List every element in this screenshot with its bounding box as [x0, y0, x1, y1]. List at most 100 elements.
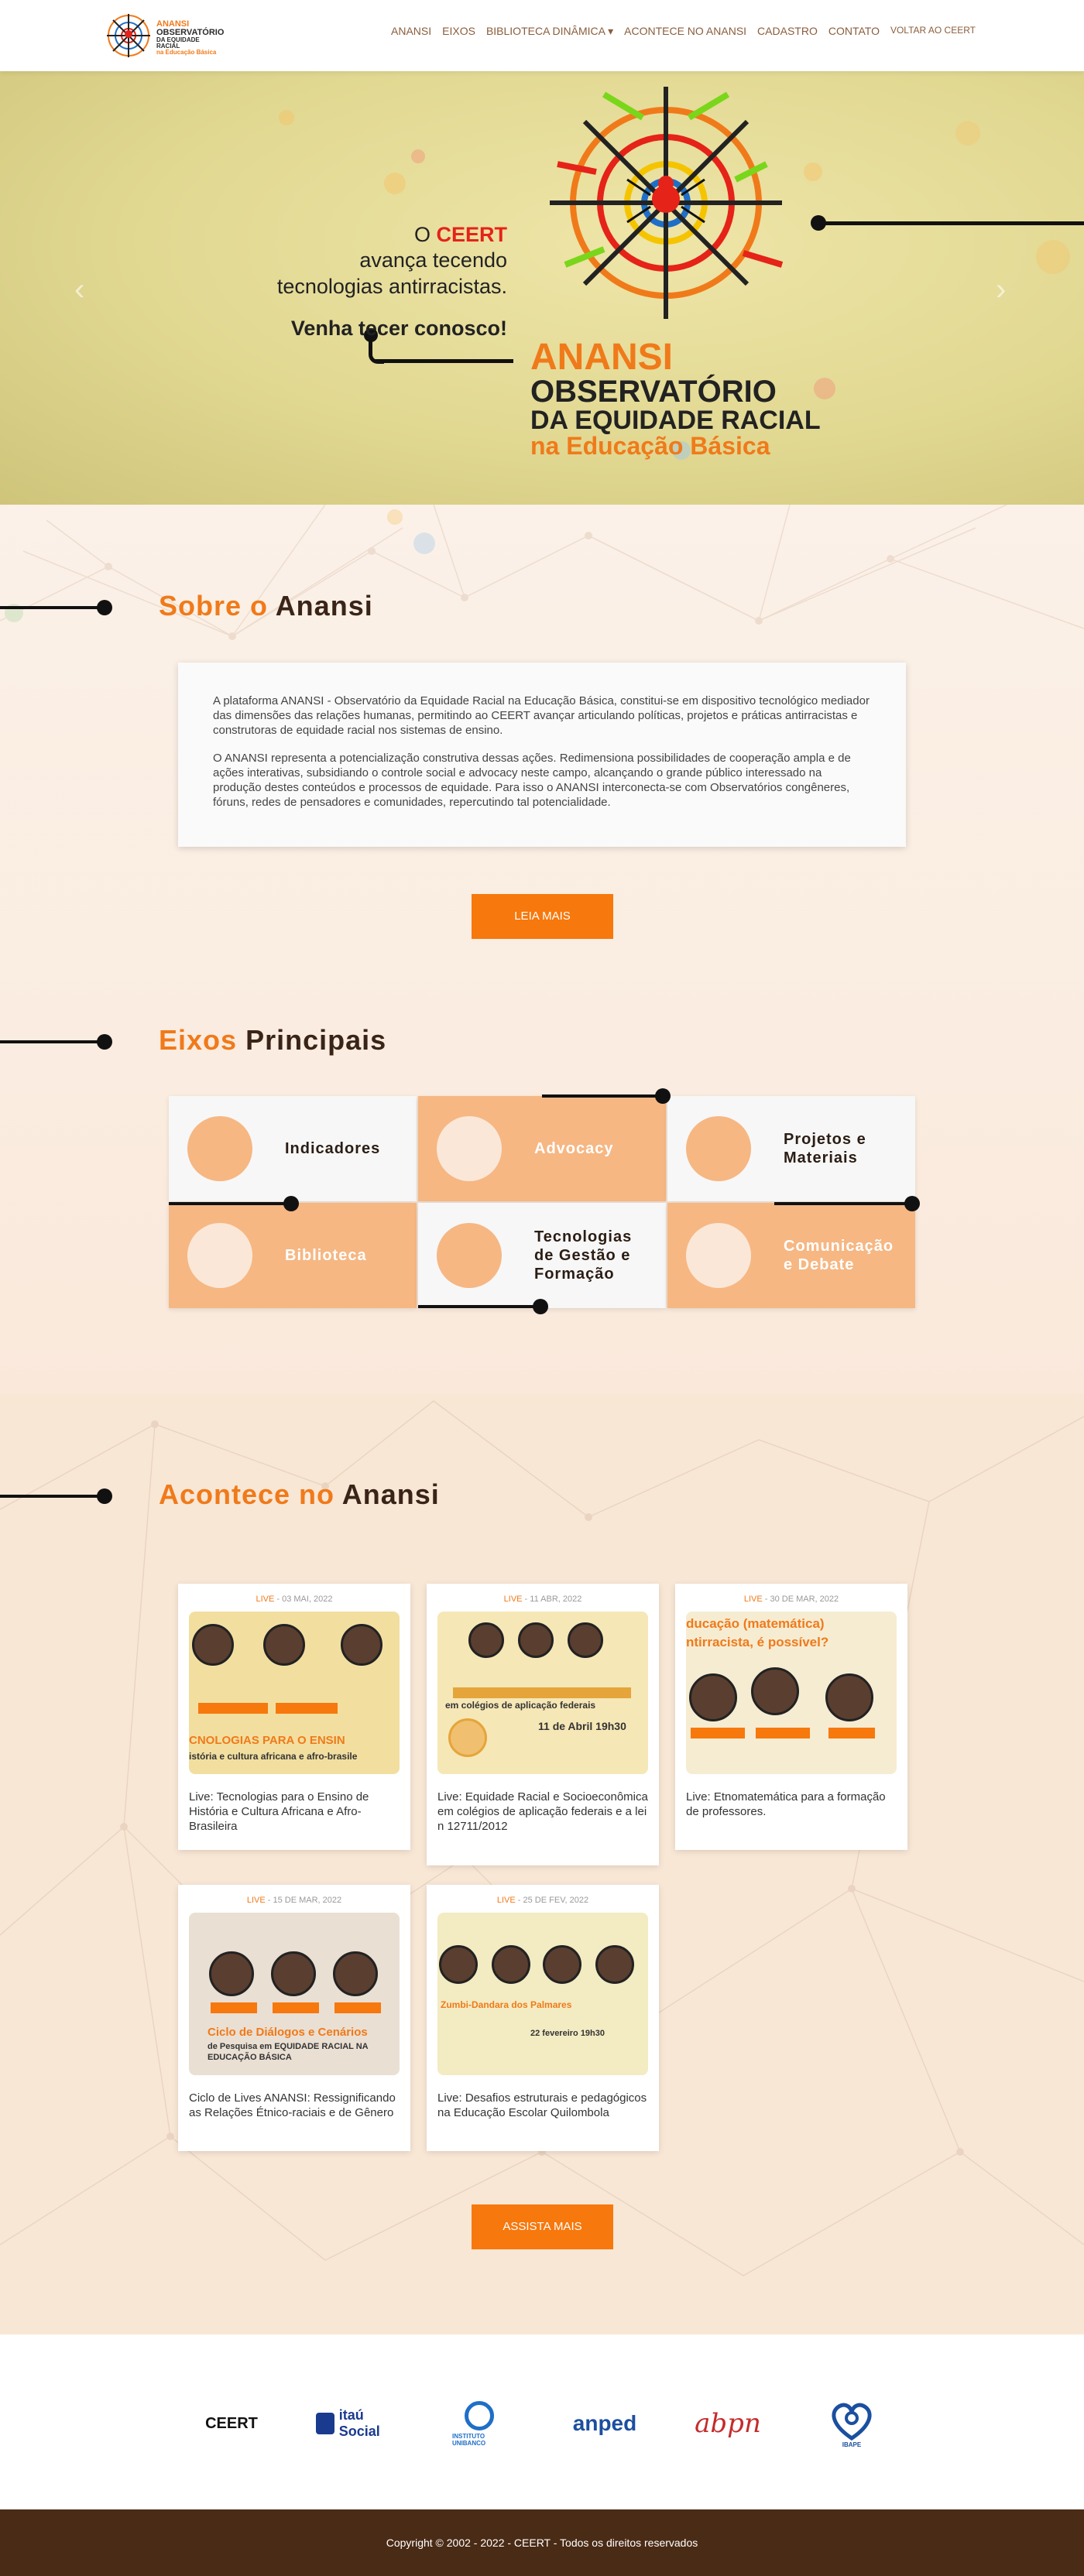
axis-icon [437, 1116, 502, 1181]
news-title: Acontece no Anansi [159, 1478, 440, 1511]
axis-tile-tecnologias[interactable]: Tecnologias de Gestão e Formação [418, 1203, 666, 1308]
speaker-photo [825, 1673, 873, 1721]
nav-contato[interactable]: CONTATO [828, 25, 880, 38]
axis-icon [187, 1116, 252, 1181]
hero-tagline: O CEERT avança tecendo tecnologias antir… [277, 223, 507, 341]
partner-anped-logo[interactable]: anped [562, 2396, 647, 2451]
axis-label: Advocacy [534, 1140, 614, 1157]
hero-tagline-line3: tecnologias antirracistas. [276, 275, 507, 298]
hero-carousel: O CEERT avança tecendo tecnologias antir… [0, 71, 1084, 505]
carousel-next-button[interactable]: › [996, 272, 1006, 307]
read-more-button[interactable]: LEIA MAIS [472, 894, 613, 939]
unibanco-icon [465, 2400, 494, 2430]
speaker-photo [192, 1624, 234, 1666]
speaker-photo [341, 1624, 382, 1666]
partner-instituto-unibanco-logo[interactable]: INSTITUTO UNIBANCO [452, 2396, 506, 2451]
news-card[interactable]: LIVE - 30 DE MAR, 2022 ducação (matemáti… [675, 1584, 907, 1850]
partner-name: abpn [695, 2408, 761, 2439]
hero-connector-line-left [374, 359, 513, 363]
thumb-subheadline: 11 de Abril 19h30 [538, 1720, 626, 1732]
hero-connector-dot-right [811, 215, 826, 231]
watch-more-button[interactable]: ASSISTA MAIS [472, 2204, 613, 2249]
speaker-name-tag [828, 1728, 875, 1738]
axes-title-dot [97, 1034, 112, 1050]
partner-name: itaú Social [338, 2407, 380, 2439]
speaker-photo [271, 1951, 316, 1996]
news-card-title: Live: Tecnologias para o Ensino de Histó… [189, 1790, 369, 1833]
nav-voltar-ceert[interactable]: VOLTAR AO CEERT [890, 25, 976, 38]
navbar: ANANSI OBSERVATÓRIO DA EQUIDADE RACIAL n… [0, 0, 1084, 71]
hero-title: ANANSI OBSERVATÓRIO DA EQUIDADE RACIAL n… [530, 339, 821, 459]
partner-ibape-logo[interactable]: IBAPE [822, 2396, 881, 2451]
axis-label: Comunicação e Debate [784, 1238, 894, 1273]
news-card[interactable]: LIVE - 03 MAI, 2022 CNOLOGIAS PARA O ENS… [178, 1584, 410, 1850]
news-thumbnail: CNOLOGIAS PARA O ENSIN istória e cultura… [189, 1612, 400, 1774]
partner-name: INSTITUTO UNIBANCO [452, 2432, 486, 2447]
news-card[interactable]: LIVE - 15 DE MAR, 2022 Ciclo de Diálogos… [178, 1885, 410, 2151]
axis-icon [686, 1116, 751, 1181]
carousel-prev-button[interactable]: ‹ [74, 272, 84, 307]
partner-name: anped [572, 2411, 637, 2435]
news-date: LIVE - 11 ABR, 2022 [427, 1595, 659, 1604]
axis-tile-biblioteca[interactable]: Biblioteca [169, 1203, 417, 1308]
about-title-accent: Sobre o [159, 590, 269, 622]
hero-title-observatorio: OBSERVATÓRIO [530, 375, 777, 409]
news-thumbnail: Zumbi-Dandara dos Palmares 22 fevereiro … [437, 1913, 648, 2075]
axis-label: Indicadores [285, 1140, 381, 1157]
chevron-left-icon: ‹ [74, 272, 85, 307]
news-card-title: Live: Desafios estruturais e pedagógicos… [437, 2091, 647, 2119]
news-card[interactable]: LIVE - 25 DE FEV, 2022 Zumbi-Dandara dos… [427, 1885, 659, 2151]
hero-brand-ceert: CEERT [436, 223, 507, 246]
speaker-photo [492, 1945, 530, 1984]
axis-label: Biblioteca [285, 1247, 367, 1264]
axis-tile-projetos[interactable]: Projetos e Materiais [667, 1096, 915, 1201]
speaker-photo [689, 1673, 737, 1721]
nav-biblioteca-dropdown[interactable]: BIBLIOTECA DINÂMICA ▾ [486, 25, 613, 38]
partner-name: CEERT [205, 2414, 258, 2432]
logo-subtitle-3: na Educação Básica [156, 49, 217, 56]
news-card[interactable]: LIVE - 11 ABR, 2022 em colégios de aplic… [427, 1584, 659, 1865]
news-title-dark: Anansi [341, 1478, 440, 1510]
axis-icon [437, 1223, 502, 1288]
speaker-photo [439, 1945, 478, 1984]
partner-itau-social-logo[interactable]: itaú Social [316, 2396, 398, 2451]
axes-title-line [0, 1040, 102, 1043]
axes-title-accent: Eixos [159, 1024, 238, 1056]
news-thumbnail: em colégios de aplicação federais 11 de … [437, 1612, 648, 1774]
partner-name: IBAPE [842, 2441, 862, 2448]
axes-title: Eixos Principais [159, 1024, 386, 1057]
news-thumbnail: Ciclo de Diálogos e Cenários de Pesquisa… [189, 1913, 400, 2075]
axis-icon [686, 1223, 751, 1288]
speaker-name-tag [211, 2002, 257, 2013]
footer: Copyright © 2002 - 2022 - CEERT - Todos … [0, 2509, 1084, 2576]
axis-tile-indicadores[interactable]: Indicadores [169, 1096, 417, 1201]
hero-title-equidade: DA EQUIDADE RACIAL [530, 406, 821, 435]
thumb-subheadline: 22 fevereiro 19h30 [530, 2029, 605, 2038]
news-date-text: - 30 DE MAR, 2022 [762, 1595, 839, 1604]
thumb-subheadline: ntirracista, é possível? [686, 1635, 829, 1649]
about-card: A plataforma ANANSI - Observatório da Eq… [178, 663, 906, 847]
about-paragraph-2: O ANANSI representa a potencialização co… [213, 752, 851, 809]
news-date-text: - 03 MAI, 2022 [274, 1595, 333, 1604]
hero-cta-text: Venha tecer conosco! [290, 317, 507, 340]
speaker-photo [568, 1622, 603, 1658]
about-title-dot [97, 600, 112, 615]
speaker-name-tag [334, 2002, 381, 2013]
partner-ceert-logo[interactable]: CEERT [189, 2396, 274, 2451]
speaker-name-tag [276, 1703, 338, 1714]
axis-tile-advocacy[interactable]: Advocacy [418, 1096, 666, 1201]
news-title-accent: Acontece no [159, 1478, 335, 1510]
news-card-title: Ciclo de Lives ANANSI: Ressignificando a… [189, 2091, 396, 2119]
logo-subtitle-2: DA EQUIDADE RACIAL [156, 36, 200, 50]
site-logo[interactable]: ANANSI OBSERVATÓRIO DA EQUIDADE RACIAL n… [104, 11, 224, 60]
nav-eixos[interactable]: EIXOS [442, 25, 475, 38]
thumb-subheadline: de Pesquisa em EQUIDADE RACIAL NA EDUCAÇ… [208, 2042, 369, 2062]
nav-cadastro[interactable]: CADASTRO [757, 25, 818, 38]
partner-abpn-logo[interactable]: abpn [688, 2396, 768, 2451]
axis-tile-comunicacao[interactable]: Comunicação e Debate [667, 1203, 915, 1308]
nav-acontece[interactable]: ACONTECE NO ANANSI [624, 25, 746, 38]
speaker-photo [595, 1945, 634, 1984]
nav-anansi[interactable]: ANANSI [391, 25, 431, 38]
axis-connector-line [774, 1202, 914, 1205]
speaker-name-tag [273, 2002, 319, 2013]
